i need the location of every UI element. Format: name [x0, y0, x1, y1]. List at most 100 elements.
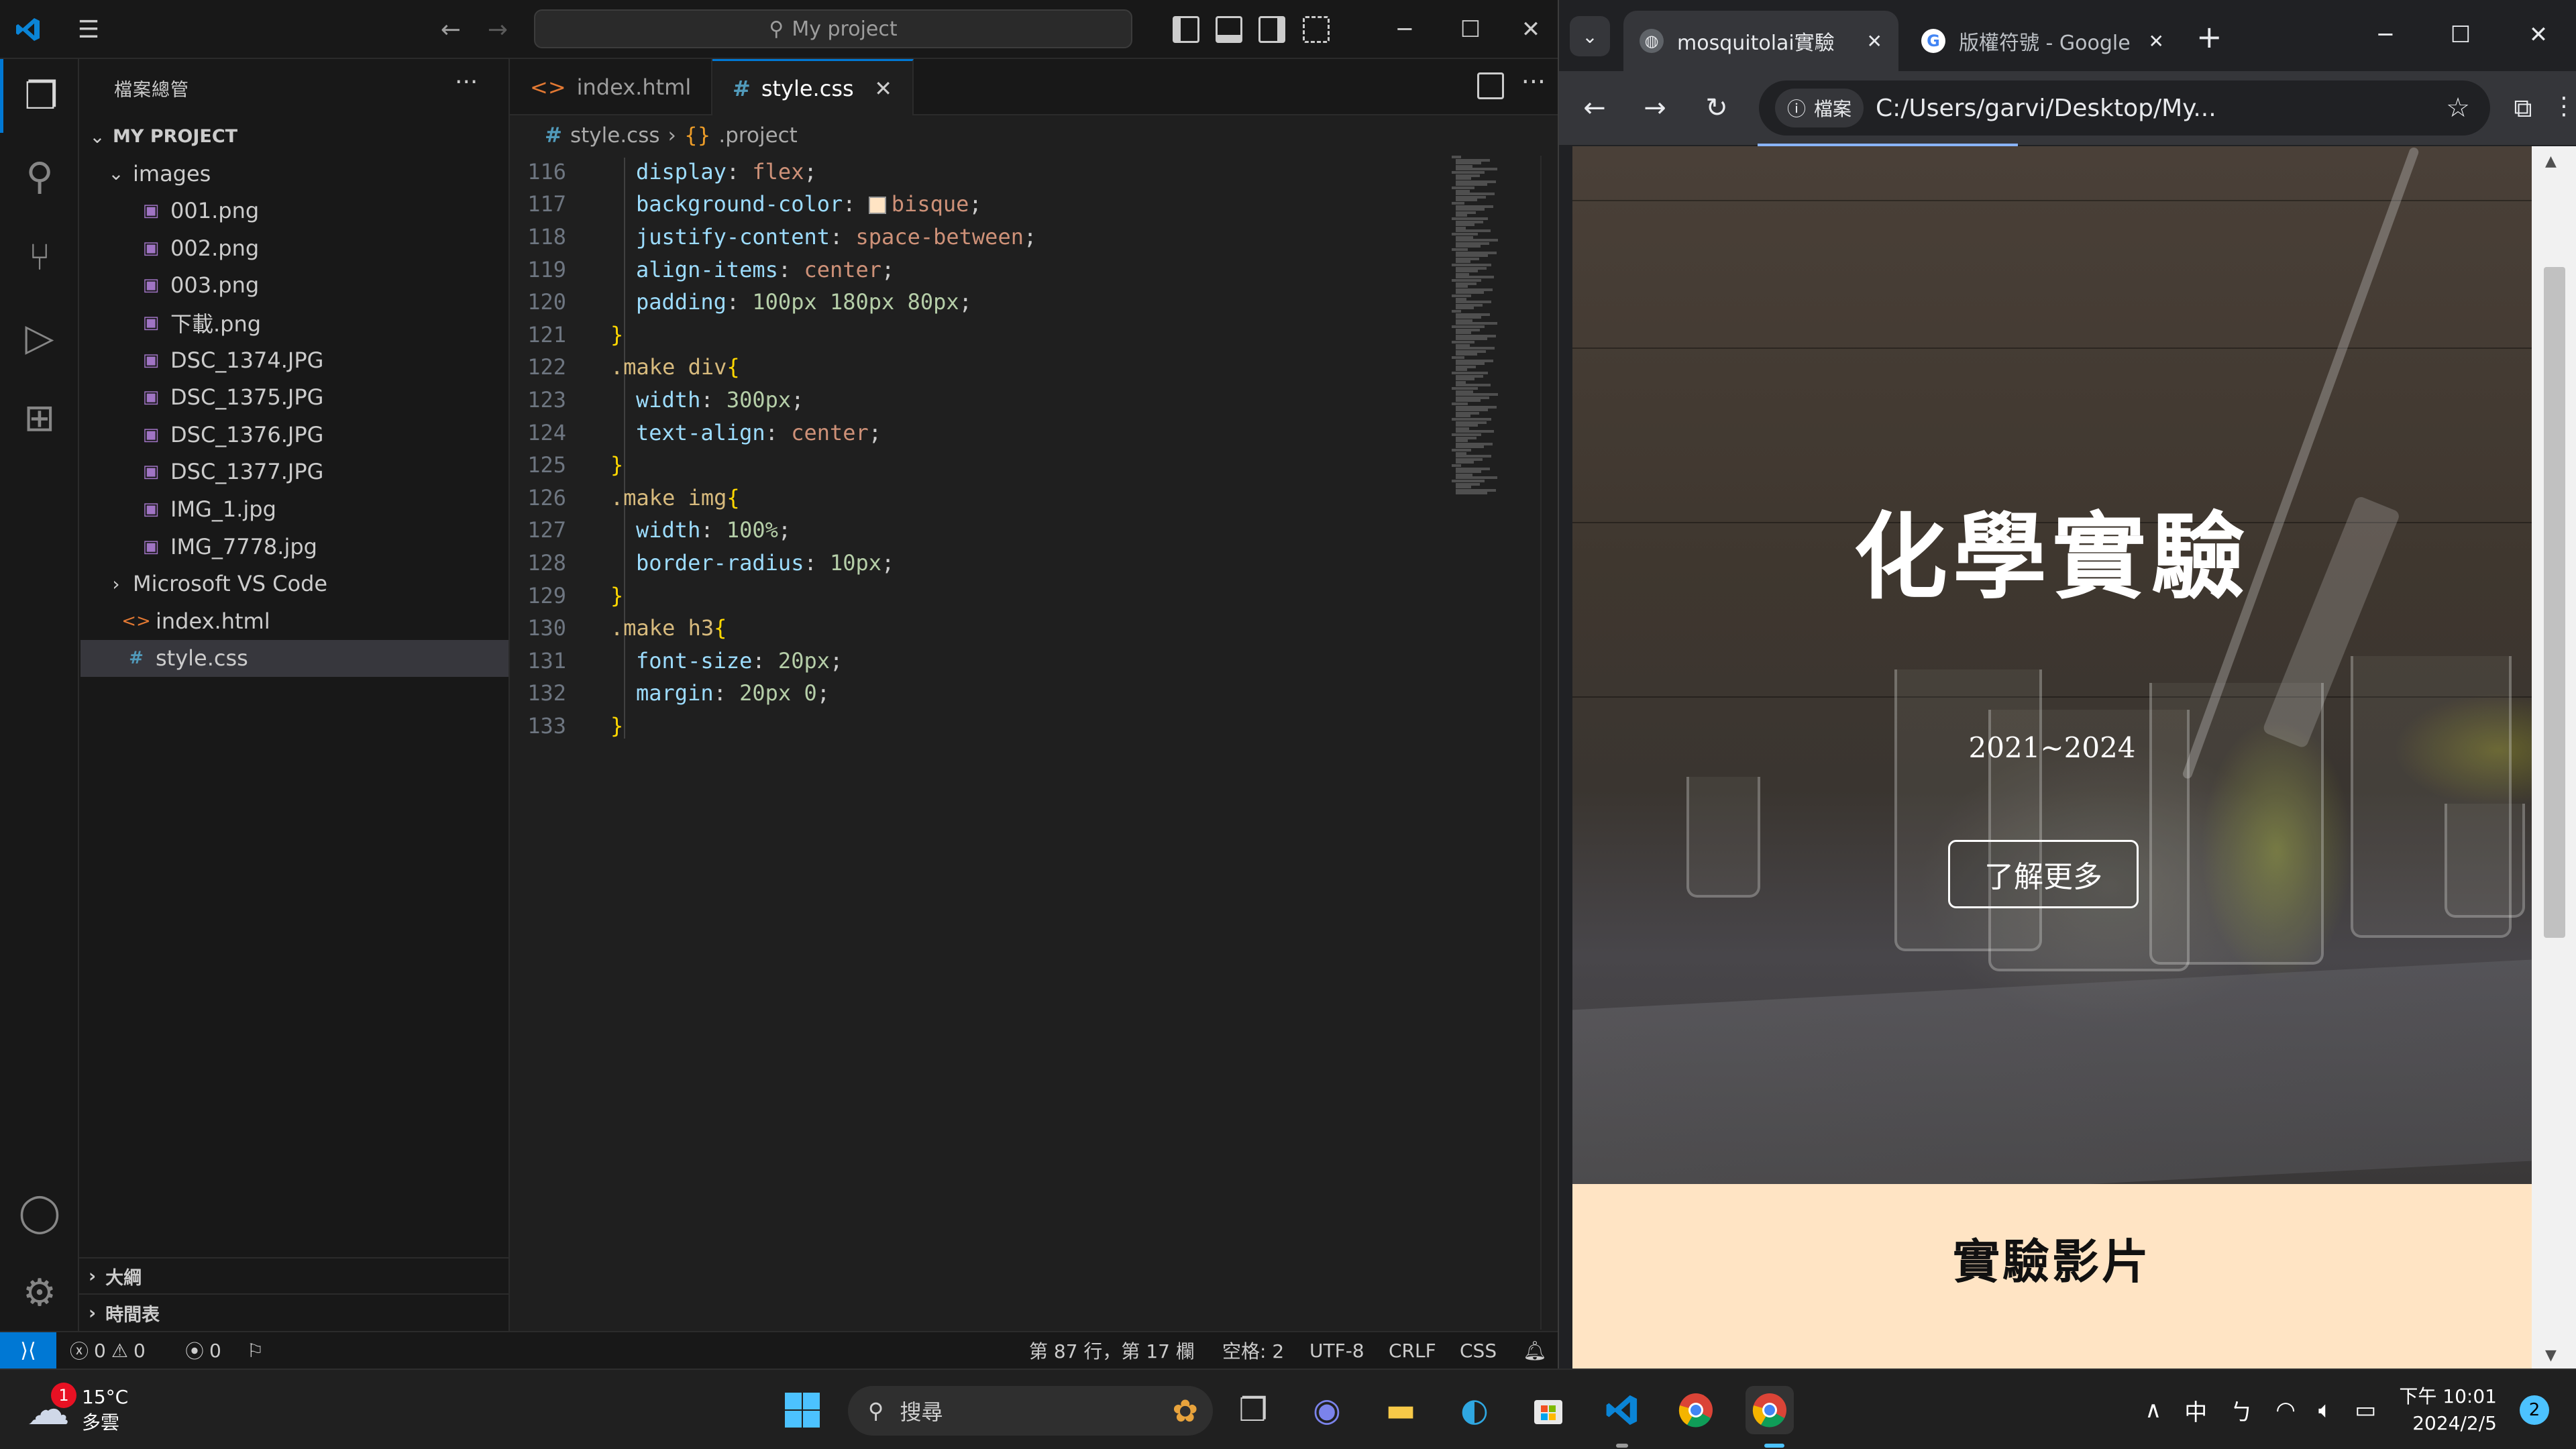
reload-icon[interactable]: ↻ [1700, 91, 1733, 125]
code-line[interactable]: 122 .make div{ [510, 352, 739, 384]
menu-icon[interactable]: ☰ [74, 15, 103, 44]
speaker-muted-icon[interactable]: 🔈︎ [2318, 1397, 2332, 1424]
code-line[interactable]: 130 .make h3{ [510, 612, 727, 644]
ports-indicator[interactable]: ⦿ 0 [185, 1332, 221, 1368]
code-line[interactable]: 118 justify-content: space-between; [510, 221, 1036, 253]
task-view-icon[interactable]: ❐ [1229, 1386, 1277, 1434]
weather-widget[interactable]: ☁ 1 15°C 多雲 [27, 1379, 128, 1441]
tree-item[interactable]: ▣ IMG_1.jpg [80, 490, 508, 527]
tree-item[interactable]: ▣ IMG_7778.jpg [80, 528, 508, 565]
search-icon[interactable]: ⚲ [0, 140, 79, 213]
tab-style-css[interactable]: # style.css ✕ [712, 59, 914, 115]
notification-badge[interactable]: 2 [2520, 1395, 2549, 1425]
maximize-icon[interactable]: ☐ [2434, 15, 2487, 55]
command-center-search[interactable]: ⚲ My project [534, 9, 1132, 48]
code-editor[interactable]: 116 display: flex; 117 background-color: bi… [510, 156, 1449, 1330]
chrome-taskbar-icon[interactable] [1672, 1386, 1720, 1434]
bell-icon[interactable]: 🔔︎ [1523, 1332, 1547, 1368]
code-line[interactable]: 121} [510, 319, 623, 351]
code-line[interactable]: 117 background-color: bisque; [510, 189, 981, 221]
scroll-up-icon[interactable]: ▲ [2545, 153, 2557, 170]
ime-mode[interactable]: 中 [2184, 1394, 2207, 1427]
problems-indicator[interactable]: ⓧ 0 ⚠ 0 [70, 1332, 146, 1368]
file-explorer-icon[interactable]: ▬ [1377, 1386, 1425, 1434]
browser-tab-active[interactable]: ◍ mosquitolai實驗 ✕ [1623, 11, 1898, 71]
tree-item[interactable]: ▣ DSC_1376.JPG [80, 416, 508, 453]
timeline-section[interactable]: › 時間表 [79, 1293, 508, 1331]
tab-index-html[interactable]: <> index.html [510, 59, 712, 115]
edge-icon[interactable]: ◐ [1450, 1386, 1499, 1434]
project-section-header[interactable]: ⌄ MY PROJECT [80, 118, 508, 155]
vscode-taskbar-icon[interactable] [1598, 1386, 1646, 1434]
minimap[interactable] [1452, 156, 1519, 504]
remote-indicator-icon[interactable]: ⟩⟨ [0, 1332, 56, 1368]
tree-item[interactable]: ⌄ images [80, 155, 508, 192]
minimize-icon[interactable]: ─ [1383, 12, 1426, 47]
chrome-menu-icon[interactable]: ⋮ [2552, 93, 2576, 120]
line-ending[interactable]: CRLF [1389, 1332, 1436, 1368]
toggle-secondary-sidebar-icon[interactable] [1258, 16, 1285, 43]
source-control-icon[interactable]: ⑂ [0, 220, 79, 294]
run-debug-icon[interactable]: ▷ [0, 301, 79, 374]
learn-more-button[interactable]: 了解更多 [1948, 840, 2139, 908]
code-line[interactable]: 132 margin: 20px 0; [510, 678, 830, 710]
close-tab-icon[interactable]: ✕ [2149, 30, 2164, 52]
address-bar[interactable]: ⓘ 檔案 C:/Users/garvi/Desktop/My... ☆ [1759, 80, 2490, 136]
extensions-icon[interactable]: ⊞ [0, 381, 79, 455]
page-scrollbar[interactable]: ▲ ▼ [2532, 146, 2576, 1368]
breadcrumb-symbol[interactable]: .project [718, 123, 797, 148]
breadcrumb-file[interactable]: style.css [570, 123, 660, 148]
code-line[interactable]: 127 width: 100%; [510, 515, 791, 547]
code-line[interactable]: 133} [510, 710, 623, 742]
tray-overflow-icon[interactable]: ∧ [2145, 1397, 2161, 1424]
tree-item[interactable]: ▣ 下載.png [80, 304, 508, 341]
code-line[interactable]: 131 font-size: 20px; [510, 645, 843, 677]
battery-icon[interactable]: ▭ [2355, 1397, 2376, 1424]
tab-search-icon[interactable]: ⌄ [1570, 16, 1610, 56]
toggle-primary-sidebar-icon[interactable] [1173, 16, 1199, 43]
wifi-icon[interactable]: ◠ [2275, 1397, 2296, 1424]
cursor-position[interactable]: 第 87 行，第 17 欄 [1029, 1332, 1195, 1368]
maximize-icon[interactable]: ☐ [1449, 12, 1492, 47]
tree-item[interactable]: ▣ DSC_1377.JPG [80, 453, 508, 490]
code-line[interactable]: 116 display: flex; [510, 156, 817, 188]
customize-layout-icon[interactable] [1303, 16, 1330, 43]
taskbar-search[interactable]: ⚲ 搜尋 ✿ [848, 1386, 1213, 1436]
editor-scrollbar[interactable] [1540, 156, 1558, 1330]
language-mode[interactable]: CSS [1460, 1332, 1497, 1368]
bookmark-star-icon[interactable]: ☆ [2446, 93, 2470, 123]
chrome-dev-taskbar-icon[interactable] [1746, 1386, 1794, 1434]
url-text[interactable]: C:/Users/garvi/Desktop/My... [1876, 95, 2434, 122]
web-page-viewport[interactable]: 化學實驗 2021~2024 了解更多 實驗影片 [1572, 146, 2532, 1368]
encoding[interactable]: UTF-8 [1309, 1332, 1364, 1368]
code-line[interactable]: 125} [510, 449, 623, 481]
tree-item[interactable]: <> index.html [80, 602, 508, 639]
windows-start-icon[interactable] [778, 1386, 826, 1434]
tree-item[interactable]: ▣ 001.png [80, 193, 508, 229]
browser-tab[interactable]: G 版權符號 - Google ✕ [1905, 11, 2180, 71]
scroll-down-icon[interactable]: ▼ [2545, 1347, 2557, 1364]
minimize-icon[interactable]: ─ [2359, 15, 2412, 55]
tree-item[interactable]: ▣ 003.png [80, 267, 508, 304]
code-line[interactable]: 129} [510, 580, 623, 612]
debug-status-icon[interactable]: ⚐ [247, 1332, 264, 1368]
new-tab-icon[interactable]: + [2196, 19, 2222, 55]
store-icon[interactable] [1524, 1386, 1572, 1434]
close-tab-icon[interactable]: ✕ [874, 76, 892, 101]
back-arrow-icon[interactable]: ← [1578, 91, 1611, 125]
close-icon[interactable]: ✕ [2512, 15, 2565, 55]
code-line[interactable]: 126 .make img{ [510, 482, 739, 514]
clock[interactable]: 下午 10:01 2024/2/5 [2399, 1383, 2497, 1437]
tree-item[interactable]: # style.css [80, 639, 508, 677]
close-tab-icon[interactable]: ✕ [1867, 30, 1882, 52]
close-icon[interactable]: ✕ [1509, 12, 1552, 47]
code-line[interactable]: 123 width: 300px; [510, 384, 804, 416]
indentation[interactable]: 空格: 2 [1222, 1332, 1284, 1368]
settings-gear-icon[interactable]: ⚙ [0, 1256, 79, 1330]
split-editor-icon[interactable] [1477, 72, 1504, 99]
code-line[interactable]: 124 text-align: center; [510, 417, 881, 449]
toggle-panel-icon[interactable] [1216, 16, 1242, 43]
forward-arrow-icon[interactable]: → [483, 15, 513, 44]
code-line[interactable]: 120 padding: 100px 180px 80px; [510, 286, 972, 318]
extensions-puzzle-icon[interactable]: ⧉ [2506, 91, 2540, 125]
